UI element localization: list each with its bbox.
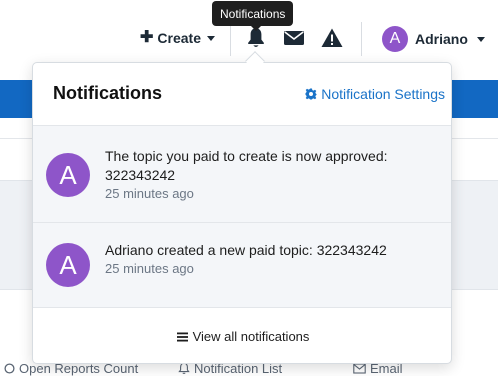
notification-body: Adriano created a new paid topic: 322343… xyxy=(105,241,425,278)
notifications-tooltip: Notifications xyxy=(212,1,294,26)
tooltip-arrow xyxy=(251,26,261,31)
circle-icon xyxy=(4,363,15,374)
chevron-down-icon xyxy=(207,35,215,41)
notification-message: The topic you paid to create is now appr… xyxy=(105,148,388,183)
warning-icon xyxy=(321,28,343,47)
user-menu[interactable]: A Adriano xyxy=(382,26,485,52)
notifications-dropdown: Notifications Notification Settings A Th… xyxy=(32,62,452,364)
notification-item[interactable]: A Adriano created a new paid topic: 3223… xyxy=(33,223,451,308)
avatar: A xyxy=(46,153,90,197)
create-button[interactable]: ✚ Create xyxy=(140,30,215,46)
avatar: A xyxy=(382,26,408,52)
alerts-button[interactable] xyxy=(320,26,344,50)
chevron-down-icon xyxy=(476,36,485,42)
navbar-divider xyxy=(361,22,362,56)
dropdown-title: Notifications xyxy=(53,83,163,103)
notification-item[interactable]: A The topic you paid to create is now ap… xyxy=(33,126,451,223)
notification-time: 25 minutes ago xyxy=(105,186,194,201)
user-name: Adriano xyxy=(415,31,468,47)
create-label: Create xyxy=(157,30,201,46)
avatar: A xyxy=(46,243,90,287)
tooltip-text: Notifications xyxy=(220,6,286,21)
envelope-icon xyxy=(284,31,304,45)
notification-message: Adriano created a new paid topic: 322343… xyxy=(105,242,387,258)
view-all-notifications-link[interactable]: View all notifications xyxy=(33,308,451,363)
dropdown-header: Notifications Notification Settings xyxy=(33,63,451,126)
view-all-label: View all notifications xyxy=(192,329,310,344)
notification-settings-link[interactable]: Notification Settings xyxy=(305,86,445,102)
notification-body: The topic you paid to create is now appr… xyxy=(105,147,425,203)
gear-icon xyxy=(305,88,317,100)
navbar-divider xyxy=(230,22,231,56)
envelope-outline-icon xyxy=(353,363,366,374)
plus-icon: ✚ xyxy=(140,29,154,46)
notification-time: 25 minutes ago xyxy=(105,261,194,276)
list-icon xyxy=(176,332,188,341)
notification-settings-label: Notification Settings xyxy=(321,86,445,102)
messages-button[interactable] xyxy=(282,26,306,50)
